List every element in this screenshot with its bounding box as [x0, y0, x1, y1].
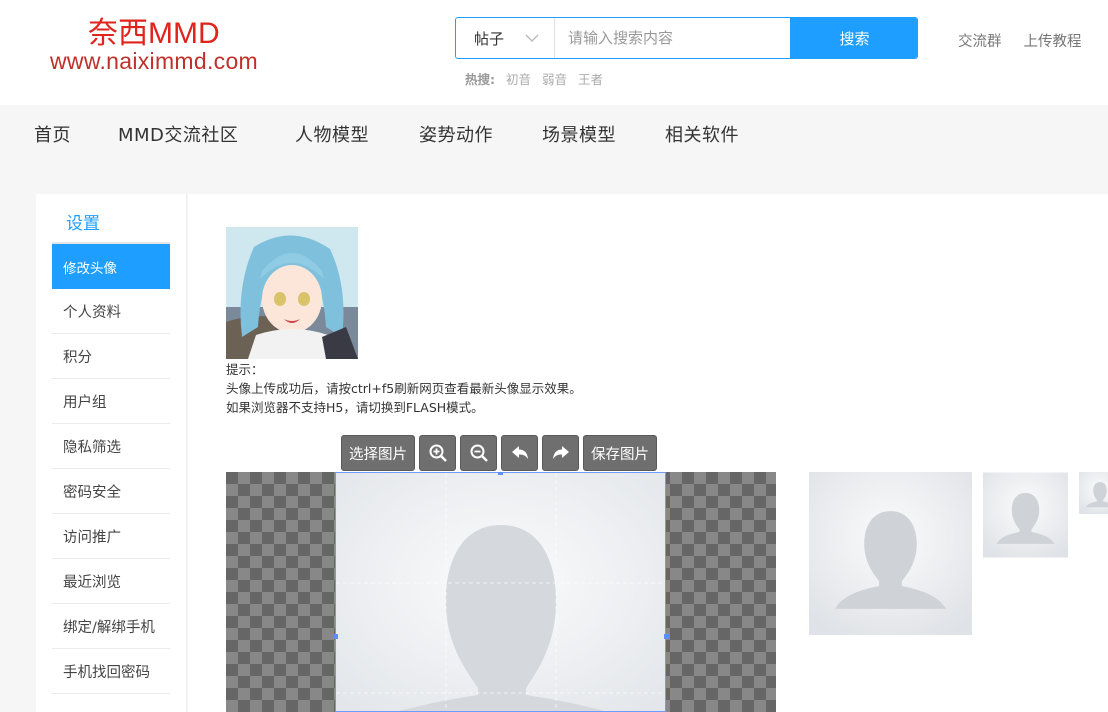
default-avatar-icon: [336, 473, 665, 711]
sidebar-item-bind-phone[interactable]: 绑定/解绑手机: [52, 604, 170, 649]
nav-item-scene-models[interactable]: 场景模型: [542, 121, 616, 147]
hot-term-link[interactable]: 初音: [506, 69, 531, 88]
nav-item-home[interactable]: 首页: [34, 121, 71, 147]
sidebar-item-promotion[interactable]: 访问推广: [52, 514, 170, 559]
sidebar-item-profile[interactable]: 个人资料: [52, 289, 170, 334]
rotate-left-button[interactable]: [501, 435, 538, 471]
chevron-down-icon: [525, 34, 539, 42]
tips-line-2: 如果浏览器不支持H5，请切换到FLASH模式。: [226, 400, 484, 415]
tips-line-1: 头像上传成功后，请按ctrl+f5刷新网页查看最新头像显示效果。: [226, 381, 582, 396]
select-image-button[interactable]: 选择图片: [341, 435, 415, 471]
rotate-right-button[interactable]: [542, 435, 579, 471]
search-bar: 帖子 搜索: [455, 17, 918, 59]
sidebar-item-points[interactable]: 积分: [52, 334, 170, 379]
tips-title: 提示：: [226, 362, 264, 377]
default-avatar-icon: [1079, 472, 1108, 514]
hot-term-link[interactable]: 弱音: [542, 69, 567, 88]
crop-toolbar: 选择图片 保存图片: [341, 435, 657, 471]
logo-url[interactable]: www.naiximmd.com: [50, 48, 258, 75]
nav-item-community[interactable]: MMD交流社区: [118, 121, 238, 147]
preview-medium: [983, 472, 1068, 558]
sidebar-title: 设置: [66, 214, 100, 234]
search-type-value: 帖子: [474, 29, 505, 48]
save-image-button[interactable]: 保存图片: [583, 435, 657, 471]
sidebar-item-recent[interactable]: 最近浏览: [52, 559, 170, 604]
sidebar-item-privacy[interactable]: 隐私筛选: [52, 424, 170, 469]
rotate-right-icon: [552, 446, 569, 459]
main-nav: 首页 MMD交流社区 人物模型 姿势动作 场景模型 相关软件: [0, 105, 1108, 162]
hot-term-link[interactable]: 王者: [578, 69, 603, 88]
sidebar-item-avatar[interactable]: 修改头像: [52, 244, 170, 289]
upload-tips: 提示： 头像上传成功后，请按ctrl+f5刷新网页查看最新头像显示效果。 如果浏…: [226, 360, 582, 417]
settings-sidebar: 设置 修改头像 个人资料 积分 用户组 隐私筛选 密码安全 访问推广 最近浏览 …: [36, 194, 187, 712]
search-button[interactable]: 搜索: [790, 18, 917, 58]
crop-handle-top[interactable]: [498, 472, 503, 475]
search-type-select[interactable]: 帖子: [456, 18, 555, 58]
upload-tutorial-link[interactable]: 上传教程: [1024, 30, 1082, 51]
crop-canvas[interactable]: [226, 472, 776, 712]
nav-spacer: [0, 162, 1108, 194]
zoom-in-icon: [429, 444, 447, 462]
header: 奈西MMD www.naiximmd.com 帖子 搜索 热搜: 初音 弱音 王…: [0, 0, 1108, 105]
zoom-in-button[interactable]: [419, 435, 456, 471]
chat-group-link[interactable]: 交流群: [958, 30, 1002, 51]
zoom-out-icon: [470, 444, 488, 462]
default-avatar-icon: [809, 472, 972, 635]
crop-selection[interactable]: [335, 472, 666, 712]
nav-item-software[interactable]: 相关软件: [665, 121, 739, 147]
nav-item-character-models[interactable]: 人物模型: [295, 121, 369, 147]
preview-small: [1079, 472, 1108, 514]
sidebar-item-password[interactable]: 密码安全: [52, 469, 170, 514]
crop-handle-left[interactable]: [333, 634, 338, 639]
nav-item-motions[interactable]: 姿势动作: [419, 121, 493, 147]
hot-search-label: 热搜:: [465, 72, 495, 87]
search-input[interactable]: [556, 18, 791, 58]
default-avatar-icon: [983, 472, 1068, 558]
hot-search: 热搜: 初音 弱音 王者: [465, 69, 603, 88]
avatar-editor-panel: 提示： 头像上传成功后，请按ctrl+f5刷新网页查看最新头像显示效果。 如果浏…: [188, 194, 1108, 712]
top-links: 交流群 上传教程: [958, 30, 1082, 51]
rotate-left-icon: [511, 446, 528, 459]
sidebar-item-phone-recover[interactable]: 手机找回密码: [52, 649, 170, 694]
sidebar-item-usergroup[interactable]: 用户组: [52, 379, 170, 424]
logo-title[interactable]: 奈西MMD: [88, 8, 220, 52]
current-avatar: [226, 227, 358, 359]
crop-handle-right[interactable]: [664, 634, 669, 639]
zoom-out-button[interactable]: [460, 435, 497, 471]
preview-large: [809, 472, 972, 635]
